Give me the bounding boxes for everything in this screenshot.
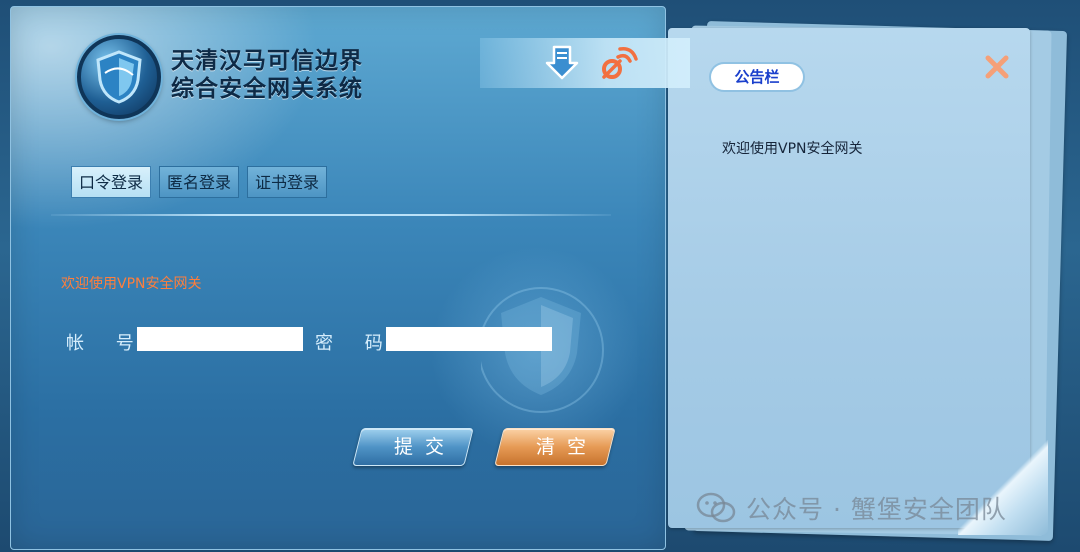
password-input[interactable]: [386, 327, 552, 351]
product-logo: [77, 35, 161, 119]
clear-button-label: 清空: [535, 436, 598, 458]
welcome-message: 欢迎使用VPN安全网关: [61, 276, 202, 292]
close-icon[interactable]: [984, 54, 1010, 80]
divider: [51, 214, 611, 216]
watermark-text: 公众号 · 蟹堡安全团队: [746, 495, 1007, 524]
wechat-icon: [696, 492, 736, 523]
account-input[interactable]: [137, 327, 303, 351]
broadcast-signal-icon[interactable]: [598, 43, 638, 83]
notice-content: 欢迎使用VPN安全网关: [722, 141, 863, 157]
clear-button[interactable]: 清空: [494, 428, 616, 466]
product-title-line1: 天清汉马可信边界: [171, 48, 363, 74]
tab-certificate-login[interactable]: 证书登录: [247, 166, 328, 198]
product-title: 天清汉马可信边界 综合安全网关系统: [171, 47, 363, 103]
download-arrow-icon[interactable]: [542, 43, 582, 83]
tab-anonymous-login[interactable]: 匿名登录: [159, 166, 240, 198]
product-title-line2: 综合安全网关系统: [171, 76, 363, 102]
submit-button-label: 提交: [393, 436, 456, 458]
tab-password-login[interactable]: 口令登录: [71, 166, 152, 198]
submit-button[interactable]: 提交: [352, 428, 474, 466]
notice-board-tag: 公告栏: [711, 64, 803, 90]
toolbar-strip: [480, 38, 690, 88]
watermark: 公众号 · 蟹堡安全团队: [696, 490, 1007, 526]
shield-logo-icon: [96, 50, 142, 104]
login-tabs: 口令登录 匿名登录 证书登录: [71, 166, 328, 198]
